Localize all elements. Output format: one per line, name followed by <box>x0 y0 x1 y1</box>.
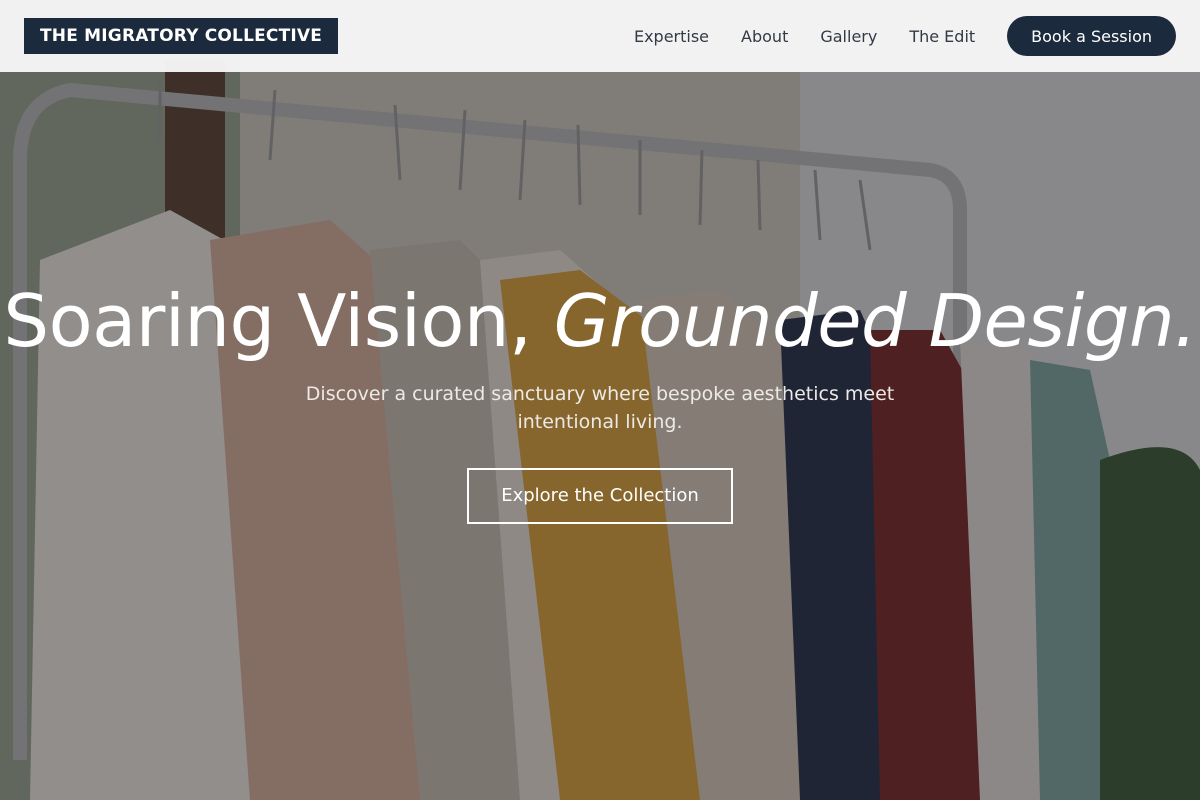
nav-link-about[interactable]: About <box>741 27 788 46</box>
headline-italic: Grounded Design. <box>553 279 1197 363</box>
nav-link-expertise[interactable]: Expertise <box>634 27 709 46</box>
hero-section: Soaring Vision, Grounded Design. Discove… <box>0 280 1200 524</box>
headline-regular: Soaring Vision, <box>3 279 554 363</box>
top-navigation-bar: THE MIGRATORY COLLECTIVE Expertise About… <box>0 0 1200 72</box>
book-session-button[interactable]: Book a Session <box>1007 16 1176 56</box>
brand-logo[interactable]: THE MIGRATORY COLLECTIVE <box>24 18 339 54</box>
hero-subtitle: Discover a curated sanctuary where bespo… <box>305 383 895 433</box>
hero-headline: Soaring Vision, Grounded Design. <box>0 280 1200 362</box>
explore-collection-button[interactable]: Explore the Collection <box>467 468 733 524</box>
nav-link-gallery[interactable]: Gallery <box>820 27 877 46</box>
nav-link-the-edit[interactable]: The Edit <box>909 27 975 46</box>
nav-menu: Expertise About Gallery The Edit Book a … <box>634 16 1176 56</box>
